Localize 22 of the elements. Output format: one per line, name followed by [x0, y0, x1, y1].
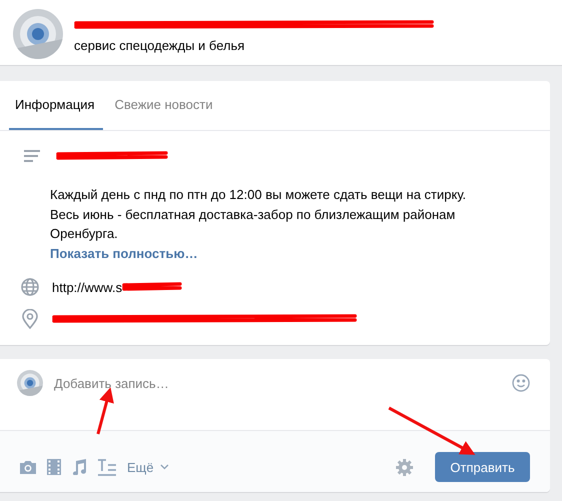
show-more-link[interactable]: Показать полностью…: [50, 244, 198, 263]
tab[interactable]: Свежие новости: [108, 81, 220, 130]
group-status: сервис спецодежды и белья: [74, 38, 246, 52]
camera-icon[interactable]: [19, 460, 37, 474]
film-icon[interactable]: [47, 459, 61, 475]
website-link[interactable]: http://www.s: [52, 280, 122, 294]
user-avatar: [17, 370, 43, 396]
settings-icon[interactable]: [396, 458, 413, 476]
description-text: Весь июнь - бесплатная доставка-забор по близлежащим районам Оренбурга.: [50, 206, 456, 243]
post-field[interactable]: Добавить запись…: [54, 370, 501, 396]
more-button[interactable]: Ещё: [127, 460, 169, 474]
description-text: Каждый день с пнд по птн до 12:00 вы можете сдать вещи на стирку.: [50, 186, 468, 204]
globe-icon: [21, 278, 39, 296]
caret-icon: [160, 464, 169, 470]
location-pin-icon: [22, 309, 38, 329]
text-format-icon[interactable]: [97, 458, 117, 476]
group-avatar: [13, 9, 63, 59]
send-button[interactable]: Отправить: [435, 452, 530, 482]
smiley-icon[interactable]: [512, 374, 530, 392]
text-lines-icon: [24, 150, 40, 162]
music-note-icon[interactable]: [71, 459, 87, 475]
tab[interactable]: Информация: [9, 81, 103, 130]
